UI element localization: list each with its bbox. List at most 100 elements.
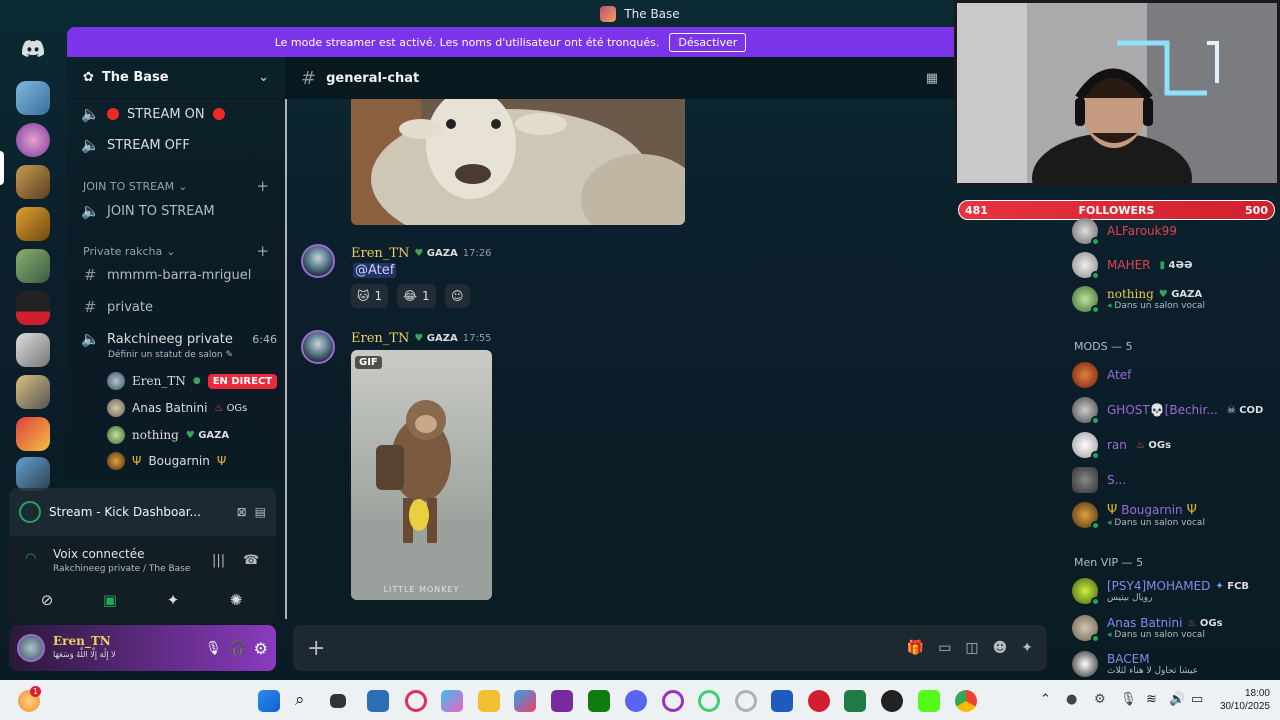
user-mention[interactable]: @Atef bbox=[353, 263, 397, 278]
gift-icon[interactable]: 🎁 bbox=[907, 640, 924, 656]
search-icon[interactable]: ⌕ bbox=[295, 690, 317, 712]
channel-stream-on[interactable]: 🔈 STREAM ON bbox=[81, 105, 277, 123]
wifi-icon[interactable]: ≋ bbox=[1146, 692, 1157, 707]
member-ran[interactable]: ran ♨ OGs bbox=[1072, 432, 1272, 460]
server-icon-7[interactable] bbox=[16, 333, 50, 367]
opera-icon[interactable] bbox=[405, 690, 427, 712]
member-ghost[interactable]: GHOST💀[Bechir... ☠ COD bbox=[1072, 397, 1272, 425]
server-icon-10[interactable] bbox=[16, 457, 50, 491]
monkey-gif[interactable]: GIF LITTLE MONKEY bbox=[351, 350, 492, 600]
author-avatar[interactable] bbox=[301, 330, 335, 364]
soundboard-button[interactable]: ✺ bbox=[208, 587, 264, 613]
cat-emoji-icon: 🐱 bbox=[357, 289, 370, 303]
server-icon-3[interactable] bbox=[16, 165, 50, 199]
chevron-up-icon[interactable]: ⌃ bbox=[1040, 692, 1051, 707]
noise-suppression-icon[interactable]: ||| bbox=[212, 553, 225, 568]
copilot-icon[interactable] bbox=[441, 690, 463, 712]
sticker-icon[interactable]: ◫ bbox=[965, 640, 978, 656]
disable-streamer-mode-button[interactable]: Désactiver bbox=[669, 32, 747, 52]
tray-icon[interactable]: ⚙ bbox=[1094, 692, 1106, 707]
gear-icon[interactable]: ⚙ bbox=[254, 639, 268, 658]
voice-channel-path[interactable]: Rakchineeg private / The Base bbox=[53, 564, 190, 574]
add-channel-icon[interactable]: + bbox=[256, 177, 269, 195]
voice-user-eren[interactable]: Eren_TN ● EN DIRECT bbox=[107, 372, 278, 390]
server-icon-8[interactable] bbox=[16, 375, 50, 409]
server-icon-9[interactable] bbox=[16, 417, 50, 451]
add-reaction-button[interactable]: ☺ bbox=[445, 284, 470, 308]
microphone-icon[interactable]: 🎙 bbox=[205, 641, 222, 656]
member-bacem[interactable]: BACEM عيشا تحاول لا هناء لثلاث bbox=[1072, 651, 1272, 677]
system-clock[interactable]: 18:00 30/10/2025 bbox=[1220, 687, 1270, 713]
opera-green-icon[interactable] bbox=[698, 690, 720, 712]
tray-icon[interactable]: ● bbox=[1066, 692, 1077, 707]
voice-user-nothing[interactable]: nothing ♥ GAZA bbox=[107, 426, 229, 444]
channel-rakchineeg-private[interactable]: 🔈 Rakchineeg private 6:46 bbox=[81, 330, 277, 348]
opera-grey-icon[interactable] bbox=[735, 690, 757, 712]
channel-private[interactable]: # private bbox=[81, 298, 277, 316]
activities-button[interactable]: ✦ bbox=[145, 587, 201, 613]
widgets-icon[interactable] bbox=[367, 690, 389, 712]
voice-user-anas[interactable]: Anas Batnini ♨ OGs bbox=[107, 399, 247, 417]
headphones-icon[interactable]: 🎧 bbox=[229, 641, 245, 656]
member-maher[interactable]: MAHER ▮ 4ƏƏ bbox=[1072, 252, 1272, 280]
server-header[interactable]: ✿ The Base ⌄ bbox=[67, 57, 285, 99]
discord-taskbar-icon[interactable] bbox=[625, 690, 647, 712]
server-icon-5[interactable] bbox=[16, 249, 50, 283]
author-avatar[interactable] bbox=[301, 244, 335, 278]
battery-icon[interactable]: ▭ bbox=[1191, 692, 1203, 707]
avatar[interactable] bbox=[17, 634, 45, 662]
reaction-cat[interactable]: 🐱 1 bbox=[351, 284, 389, 308]
member-nothing[interactable]: nothing ♥ GAZA ◂ Dans un salon vocal bbox=[1072, 286, 1272, 314]
threads-icon[interactable]: ▦ bbox=[926, 71, 938, 86]
emoji-icon[interactable]: ☻ bbox=[993, 640, 1008, 656]
member-bougarnin[interactable]: Ψ Bougarnin Ψ ◂ Dans un salon vocal bbox=[1072, 502, 1272, 530]
microphone-tray-icon[interactable]: 🎙 bbox=[1120, 692, 1137, 707]
author-name[interactable]: Eren_TN bbox=[351, 246, 409, 261]
chrome-icon[interactable] bbox=[955, 690, 977, 712]
task-view-icon[interactable] bbox=[330, 694, 346, 708]
server-icon-4[interactable] bbox=[16, 207, 50, 241]
store-icon[interactable] bbox=[514, 690, 536, 712]
pdf-icon[interactable] bbox=[808, 690, 830, 712]
category-private-rakcha[interactable]: Private rakcha ⌄ + bbox=[83, 242, 269, 260]
member-anas-batnini[interactable]: Anas Batnini ♨ OGs ◂ Dans un salon vocal bbox=[1072, 615, 1272, 643]
gif-picker-icon[interactable]: ▭ bbox=[938, 640, 951, 656]
camera-off-button[interactable]: ⊘ bbox=[19, 587, 75, 613]
author-name[interactable]: Eren_TN bbox=[351, 331, 409, 346]
app-icon-purple[interactable] bbox=[551, 690, 573, 712]
discord-home-icon[interactable] bbox=[16, 31, 50, 65]
member-s[interactable]: S... bbox=[1072, 467, 1272, 493]
kick-icon[interactable] bbox=[918, 690, 940, 712]
stream-settings-icon[interactable]: ▤ bbox=[255, 505, 266, 519]
screen-share-button[interactable]: ▣ bbox=[82, 587, 138, 613]
reaction-laugh[interactable]: 😂 1 bbox=[397, 284, 436, 308]
channel-stream-off[interactable]: 🔈 STREAM OFF bbox=[81, 136, 277, 154]
windows-start-icon[interactable] bbox=[258, 690, 280, 712]
channel-mmmm-barra-mriguel[interactable]: # mmmm-barra-mriguel bbox=[81, 266, 277, 284]
server-icon-1[interactable] bbox=[16, 81, 50, 115]
member-atef[interactable]: Atef bbox=[1072, 362, 1272, 388]
obs-icon[interactable] bbox=[881, 690, 903, 712]
category-join-to-stream[interactable]: JOIN TO STREAM ⌄ + bbox=[83, 177, 269, 195]
add-attachment-icon[interactable]: + bbox=[307, 636, 325, 661]
excel-icon[interactable] bbox=[844, 690, 866, 712]
server-icon-the-base[interactable] bbox=[16, 123, 50, 157]
file-explorer-icon[interactable] bbox=[478, 690, 500, 712]
member-psy4mohamed[interactable]: [PSY4]MOHAMED ✦ FCB رويال بيتيس bbox=[1072, 578, 1272, 606]
server-icon-psy[interactable] bbox=[16, 291, 50, 325]
sheep-gif[interactable] bbox=[351, 99, 685, 225]
apps-icon[interactable]: ✦ bbox=[1021, 640, 1033, 656]
message-composer[interactable]: + 🎁 ▭ ◫ ☻ ✦ bbox=[293, 625, 1047, 671]
channel-status[interactable]: Définir un statut de salon ✎ bbox=[108, 350, 233, 360]
xbox-icon[interactable] bbox=[588, 690, 610, 712]
volume-icon[interactable]: 🔊 bbox=[1169, 692, 1185, 707]
stream-panel[interactable]: Stream - Kick Dashboar... ⊠ ▤ bbox=[9, 488, 276, 536]
voice-user-bougarnin[interactable]: Ψ Bougarnin Ψ bbox=[107, 452, 226, 470]
close-stream-icon[interactable]: ⊠ bbox=[237, 505, 247, 519]
opera-gx-icon[interactable] bbox=[662, 690, 684, 712]
channel-join-to-stream[interactable]: 🔈 JOIN TO STREAM bbox=[81, 202, 277, 220]
member-alfarouk[interactable]: ALFarouk99 bbox=[1072, 218, 1272, 246]
disconnect-icon[interactable]: ☎ bbox=[243, 553, 259, 568]
word-icon[interactable] bbox=[771, 690, 793, 712]
add-channel-icon[interactable]: + bbox=[256, 242, 269, 260]
